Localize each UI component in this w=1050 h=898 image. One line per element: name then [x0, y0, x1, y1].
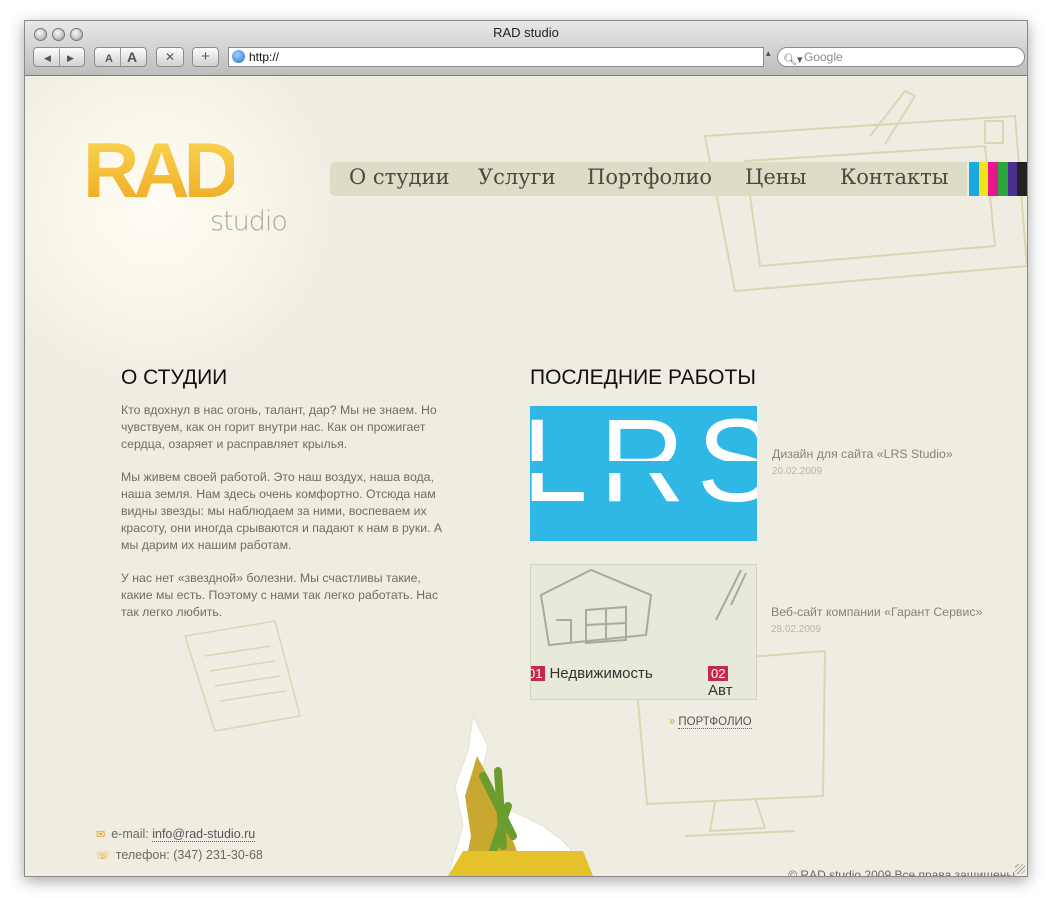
works-heading: ПОСЛЕДНИЕ РАБОТЫ [530, 366, 756, 389]
house-sketch-icon [539, 568, 747, 647]
garant-thumb-label: 02Авт [708, 665, 756, 699]
portfolio-link[interactable]: » ПОРТФОЛИО [669, 716, 752, 729]
nav-item-prices[interactable]: Цены [745, 165, 806, 189]
text-smaller-button[interactable]: A [98, 50, 120, 68]
about-paragraph: Мы живем своей работой. Это наш воздух, … [121, 470, 443, 552]
stop-button[interactable]: ✕ [156, 47, 184, 67]
color-stripes [969, 162, 1027, 196]
reload-icon[interactable]: ▴ [766, 49, 771, 59]
history-buttons: ◀ ▶ [33, 47, 85, 67]
email-label: e-mail: [111, 827, 149, 841]
about-paragraph: Кто вдохнул в нас огонь, талант, дар? Мы… [121, 403, 437, 451]
copyright: © RAD studio 2009 Все права защищены [788, 868, 1015, 876]
torn-paper-decoration [447, 716, 594, 876]
about-heading: О СТУДИИ [121, 366, 228, 389]
resize-grip[interactable] [1015, 864, 1025, 874]
color-stripe [988, 162, 999, 196]
globe-icon [232, 50, 245, 63]
work-title[interactable]: Дизайн для сайта «LRS Studio» [772, 447, 953, 461]
add-bookmark-button[interactable]: + [192, 47, 219, 67]
color-stripe [998, 162, 1008, 196]
lrs-thumb-band [530, 461, 757, 473]
garant-thumb-text: Недвижимость [549, 665, 653, 682]
browser-window: RAD studio ◀ ▶ AA ✕ + http:// ▴ 🔍︎▾ Googl… [24, 20, 1028, 877]
window-title: RAD studio [493, 25, 559, 40]
main-nav: О студии Услуги Портфолио Цены Контакты [330, 162, 967, 196]
address-bar[interactable]: http:// [228, 47, 764, 67]
garant-thumb-number: 01 [531, 666, 546, 681]
work-thumbnail-garant[interactable]: 01Недвижимость 02Авт [530, 564, 757, 700]
contact-email: ✉ e-mail: info@rad-studio.ru [96, 827, 256, 842]
color-stripe [1007, 162, 1018, 196]
logo-glow [25, 76, 345, 396]
color-stripe [969, 162, 979, 196]
work-thumbnail-lrs[interactable]: LRS [530, 406, 757, 541]
garant-thumb-text: Авт [708, 682, 733, 699]
phone-label: телефон: [115, 848, 170, 862]
browser-toolbar: RAD studio ◀ ▶ AA ✕ + http:// ▴ 🔍︎▾ Googl… [25, 21, 1027, 76]
search-input[interactable]: 🔍︎▾ Google [777, 47, 1025, 67]
work-date: 20.02.2009 [772, 466, 823, 477]
work-date: 28.02.2009 [771, 624, 822, 635]
color-stripe [978, 162, 989, 196]
web-page: RAD studio О студии Услуги Портфолио Цен… [25, 76, 1027, 876]
text-larger-button[interactable]: A [120, 48, 143, 66]
portfolio-link-label: ПОРТФОЛИО [678, 716, 752, 729]
forward-button[interactable]: ▶ [58, 49, 82, 67]
nav-item-about[interactable]: О студии [349, 165, 450, 189]
search-placeholder: Google [804, 50, 843, 64]
nav-item-portfolio[interactable]: Портфолио [587, 165, 712, 189]
phone-number: (347) 231-30-68 [173, 848, 263, 862]
about-text: Кто вдохнул в нас огонь, талант, дар? Мы… [121, 402, 451, 637]
contact-phone: ☏ телефон: (347) 231-30-68 [96, 848, 263, 862]
work-title[interactable]: Веб-сайт компании «Гарант Сервис» [771, 605, 982, 619]
double-arrow-icon: » [669, 716, 676, 728]
nav-item-contacts[interactable]: Контакты [840, 165, 949, 189]
search-icon: 🔍︎▾ [783, 54, 803, 66]
logo-rad[interactable]: RAD [83, 131, 240, 209]
back-button[interactable]: ◀ [37, 49, 59, 67]
color-stripe [1017, 162, 1027, 196]
about-paragraph: У нас нет «звездной» болезни. Мы счастли… [121, 571, 439, 619]
email-link[interactable]: info@rad-studio.ru [152, 827, 256, 842]
logo-studio: studio [210, 206, 288, 237]
garant-thumb-number: 02 [708, 666, 729, 681]
envelope-icon: ✉ [96, 829, 106, 841]
garant-thumb-label: 01Недвижимость [531, 665, 653, 682]
telephone-icon: ☏ [96, 850, 110, 862]
nav-item-services[interactable]: Услуги [478, 165, 556, 189]
address-bar-text: http:// [249, 50, 280, 64]
text-size-buttons: AA [94, 47, 147, 67]
